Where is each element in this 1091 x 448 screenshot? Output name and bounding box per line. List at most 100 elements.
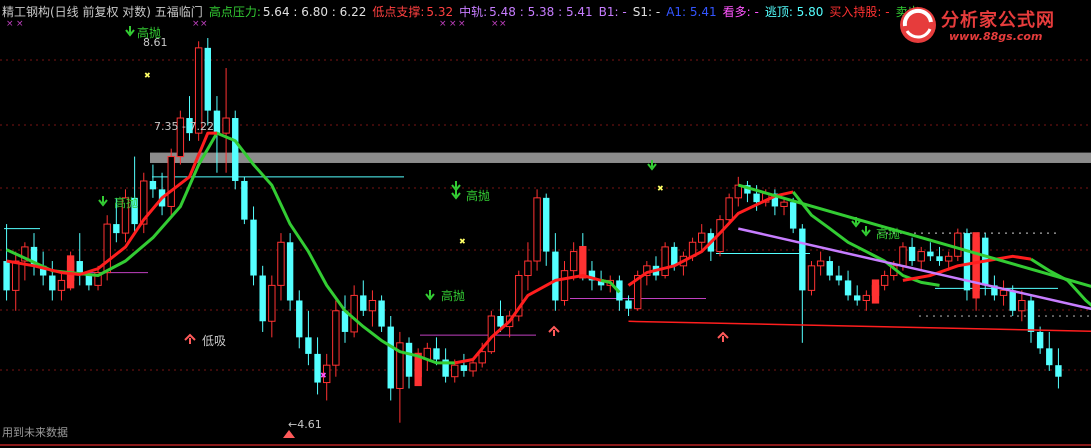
candle-body [533, 197, 541, 262]
dotted-level [975, 315, 977, 317]
red-band-line [454, 274, 611, 365]
dotted-level [1054, 232, 1056, 234]
dotted-level [914, 232, 916, 234]
candle-body [103, 223, 111, 274]
dotted-level [1087, 315, 1089, 317]
buy-hold-value: 买入持股: - [829, 5, 890, 19]
candle-body [378, 300, 385, 327]
candle-body [625, 300, 632, 309]
high-press-values: 5.64 : 6.80 : 6.22 [262, 5, 367, 19]
dotted-level [940, 315, 942, 317]
x-marker-icon: × [491, 19, 499, 29]
green-band-line [1030, 257, 1091, 307]
dotted-level [1066, 315, 1068, 317]
logo-icon [900, 7, 936, 43]
low-support-value: 5.32 [426, 5, 454, 19]
candle-body [113, 224, 120, 234]
dotted-level [961, 315, 963, 317]
candle-body [780, 201, 788, 207]
dotted-level [942, 232, 944, 234]
candle-body [1055, 365, 1062, 377]
gaopao-label: 高抛 [466, 188, 490, 203]
candle-body [305, 337, 312, 354]
candle-body [405, 342, 413, 377]
s1-value: S1: - [632, 5, 661, 19]
watermark-url: www.88gs.com [949, 30, 1043, 43]
candle-body [1018, 299, 1026, 312]
candle-body [862, 294, 871, 301]
candle-body [12, 260, 20, 291]
x-marker-icon: ✖ [320, 371, 327, 380]
mid-label: 中轨: [459, 5, 488, 19]
dotted-level [947, 315, 949, 317]
candle-body [277, 241, 285, 286]
a1-value: A1: 5.41 [666, 5, 717, 19]
dotted-level [1080, 315, 1082, 317]
candle-body [360, 295, 367, 311]
resistance-band [150, 152, 1091, 163]
candle-body [854, 295, 861, 301]
candle-body [286, 242, 294, 301]
sell-arrow-icon [861, 226, 871, 237]
gaopao-label: 高抛 [876, 226, 900, 241]
dixi-label: 低吸 [202, 334, 226, 348]
candle-body [213, 110, 221, 134]
look-long-value: 看多: - [722, 5, 759, 19]
candle-body [789, 202, 797, 229]
b1-value: B1: - [598, 5, 627, 19]
dotted-level [1047, 232, 1049, 234]
x-marker-icon: × [6, 19, 14, 29]
candle-body [826, 261, 833, 276]
chart-title: 精工钢构(日线 前复权 对数) 五福临门 [2, 5, 203, 19]
indicator-header: 精工钢构(日线 前复权 对数) 五福临门 高点压力: 5.64 : 6.80 :… [2, 4, 926, 20]
dotted-level [1010, 315, 1012, 317]
candle-body [85, 275, 93, 286]
dotted-level [1026, 232, 1028, 234]
candle-body [552, 251, 559, 301]
candle-body [469, 362, 477, 372]
dotted-level [1019, 232, 1021, 234]
dotted-level [1073, 315, 1075, 317]
candle-body [451, 364, 459, 378]
dotted-level [1017, 315, 1019, 317]
dotted-level [926, 315, 928, 317]
dotted-level [970, 232, 972, 234]
dotted-level [949, 232, 951, 234]
candle-body [232, 118, 239, 181]
sell-arrow-icon [98, 196, 108, 207]
low-price-label: ←4.61 [288, 418, 322, 431]
dotted-level [919, 315, 921, 317]
x-marker-icon: ✖ [459, 237, 466, 246]
dotted-level [996, 315, 998, 317]
candle-body [460, 365, 468, 371]
candle-body [332, 310, 340, 366]
x-marker-icon: ✖ [657, 184, 664, 193]
candle-body [296, 300, 303, 338]
candle-body [698, 232, 706, 243]
candle-body [753, 193, 760, 203]
sell-arrow-icon [451, 189, 461, 200]
x-marker-icon: × [458, 19, 466, 29]
dotted-level [982, 315, 984, 317]
candle-body [368, 299, 377, 312]
dotted-level [1003, 315, 1005, 317]
dotted-level [933, 315, 935, 317]
gaopao-label: 高抛 [441, 288, 465, 303]
candle-body-strong [972, 232, 980, 299]
candle-body [799, 228, 806, 291]
buy-arrow-icon [548, 325, 560, 336]
candle-body [222, 117, 230, 134]
x-marker-icon: × [192, 19, 200, 29]
candle-body [350, 294, 358, 333]
candle-body [807, 265, 816, 291]
range-price-label: 7.35 - 7.22 [154, 120, 214, 133]
dotted-level [1012, 232, 1014, 234]
x-marker-icon: × [499, 19, 507, 29]
buy-triangle-icon [283, 430, 295, 438]
candle-body [250, 219, 257, 276]
dotted-level [1052, 315, 1054, 317]
candle-body [497, 316, 504, 327]
candle-body [927, 251, 934, 257]
candle-body [944, 255, 953, 262]
candle-body [167, 156, 175, 207]
